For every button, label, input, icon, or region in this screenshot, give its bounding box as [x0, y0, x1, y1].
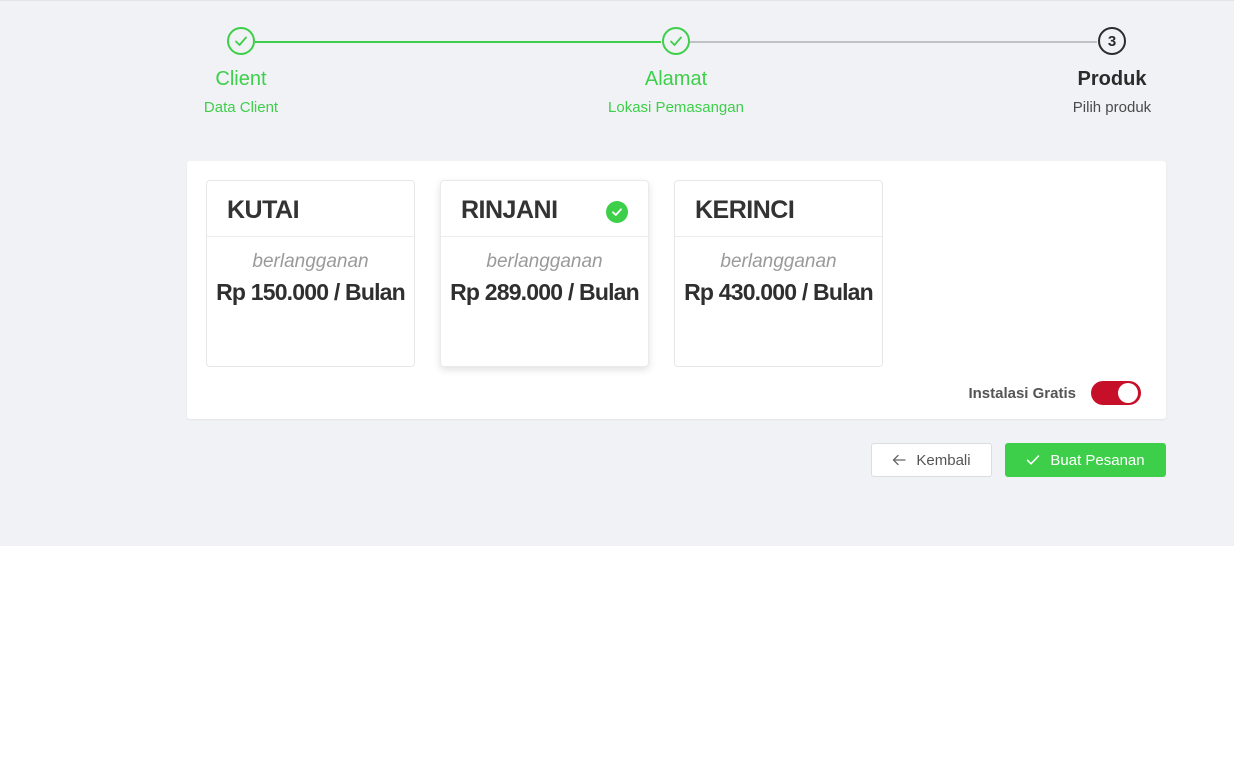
back-button-label: Kembali: [916, 451, 971, 469]
product-card-rinjani[interactable]: RINJANI berlangganan Rp 289.000 / Bulan: [440, 180, 649, 367]
product-card-kerinci[interactable]: KERINCI berlangganan Rp 430.000 / Bulan: [674, 180, 883, 367]
step-alamat[interactable]: Alamat Lokasi Pemasangan: [576, 27, 776, 117]
check-icon: [1026, 454, 1040, 466]
free-install-label: Instalasi Gratis: [968, 384, 1076, 402]
product-price: Rp 289.000 / Bulan: [450, 279, 640, 305]
product-name: KUTAI: [227, 196, 300, 224]
free-install-option: Instalasi Gratis: [968, 381, 1141, 405]
step-client-desc: Data Client: [203, 99, 279, 116]
step-produk-circle: 3: [1098, 27, 1126, 55]
step-client[interactable]: Client Data Client: [141, 27, 341, 117]
check-icon: [235, 36, 247, 46]
step-alamat-desc: Lokasi Pemasangan: [608, 99, 744, 116]
step-client-title: Client: [215, 68, 267, 90]
product-price: Rp 430.000 / Bulan: [684, 279, 874, 305]
step-alamat-circle: [662, 27, 690, 55]
toggle-knob: [1118, 383, 1138, 403]
stepper: Client Data Client Alamat Lokasi Pemasan…: [0, 1, 1234, 141]
back-button[interactable]: Kembali: [871, 443, 992, 477]
step-alamat-title: Alamat: [644, 68, 708, 90]
page: Client Data Client Alamat Lokasi Pemasan…: [0, 0, 1234, 546]
product-card-header: KUTAI: [207, 181, 414, 237]
product-subtitle: berlangganan: [252, 251, 369, 272]
step-client-circle: [227, 27, 255, 55]
product-card-header: KERINCI: [675, 181, 882, 237]
product-name: KERINCI: [695, 196, 795, 224]
product-panel: KUTAI berlangganan Rp 150.000 / Bulan RI…: [187, 161, 1166, 419]
step-produk-desc: Pilih produk: [1072, 99, 1152, 116]
step-produk-title: Produk: [1077, 68, 1147, 90]
create-order-button[interactable]: Buat Pesanan: [1005, 443, 1166, 477]
product-subtitle: berlangganan: [720, 251, 837, 272]
product-subtitle: berlangganan: [486, 251, 603, 272]
step-number: 3: [1107, 32, 1117, 50]
product-price: Rp 150.000 / Bulan: [216, 279, 406, 305]
product-card-header: RINJANI: [441, 181, 648, 237]
step-produk[interactable]: 3 Produk Pilih produk: [1012, 27, 1212, 117]
arrow-left-icon: [892, 454, 907, 466]
check-icon: [670, 36, 682, 46]
create-order-button-label: Buat Pesanan: [1050, 451, 1145, 469]
check-circle-icon: [606, 201, 628, 223]
free-install-toggle[interactable]: [1091, 381, 1141, 405]
product-name: RINJANI: [461, 196, 558, 224]
product-card-kutai[interactable]: KUTAI berlangganan Rp 150.000 / Bulan: [206, 180, 415, 367]
